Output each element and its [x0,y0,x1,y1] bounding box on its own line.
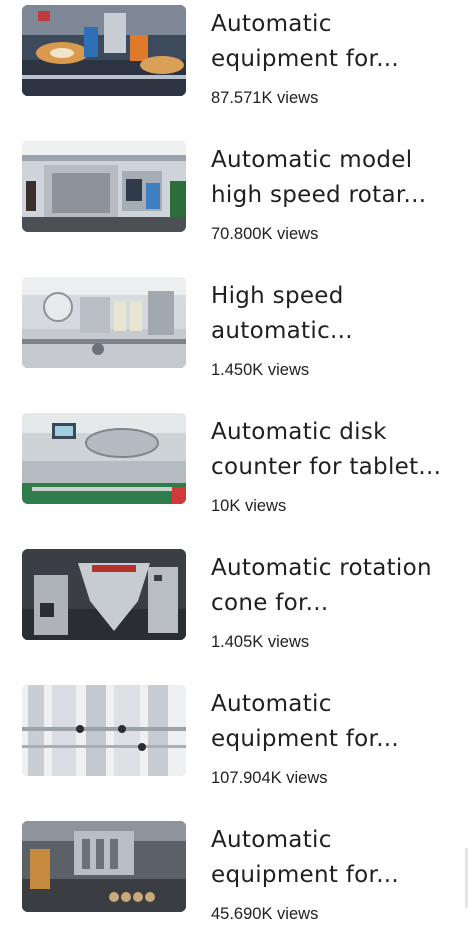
video-title[interactable]: Automatic disk counter for tablet... [211,415,455,485]
video-thumbnail[interactable] [22,5,186,96]
video-card[interactable]: Automatic equipment for... 45.690K views [0,821,468,941]
video-list: Automatic equipment for... 87.571K views… [0,0,468,925]
video-thumbnail[interactable] [22,141,186,232]
video-title[interactable]: High speed automatic... [211,279,455,349]
labeling-machine-thumbnail [22,277,186,368]
view-count: 107.904K views [211,769,328,787]
video-title[interactable]: Automatic model high speed rotar... [211,143,455,213]
video-title[interactable]: Automatic equipment for... [211,7,455,77]
view-count: 87.571K views [211,89,319,107]
filling-machine-thumbnail [22,821,186,912]
view-count: 1.405K views [211,633,310,651]
video-title[interactable]: Automatic rotation cone for... [211,551,455,621]
video-title[interactable]: Automatic equipment for... [211,687,455,757]
video-card[interactable]: Automatic model high speed rotar... 70.8… [0,141,468,261]
video-card[interactable]: High speed automatic... 1.450K views [0,277,468,397]
video-card[interactable]: Automatic equipment for... 107.904K view… [0,685,468,805]
view-count: 45.690K views [211,905,319,923]
view-count: 10K views [211,497,287,515]
cone-mixer-thumbnail [22,549,186,640]
video-card[interactable]: Automatic rotation cone for... 1.405K vi… [0,549,468,669]
video-thumbnail[interactable] [22,413,186,504]
video-thumbnail[interactable] [22,549,186,640]
view-count: 70.800K views [211,225,319,243]
packaging-machine-thumbnail [22,5,186,96]
rotary-machine-thumbnail [22,141,186,232]
view-count: 1.450K views [211,361,310,379]
video-card[interactable]: Automatic equipment for... 87.571K views [0,5,468,125]
stainless-piping-thumbnail [22,685,186,776]
video-thumbnail[interactable] [22,821,186,912]
video-thumbnail[interactable] [22,277,186,368]
video-title[interactable]: Automatic equipment for... [211,823,455,893]
tablet-counter-thumbnail [22,413,186,504]
video-thumbnail[interactable] [22,685,186,776]
video-card[interactable]: Automatic disk counter for tablet... 10K… [0,413,468,533]
